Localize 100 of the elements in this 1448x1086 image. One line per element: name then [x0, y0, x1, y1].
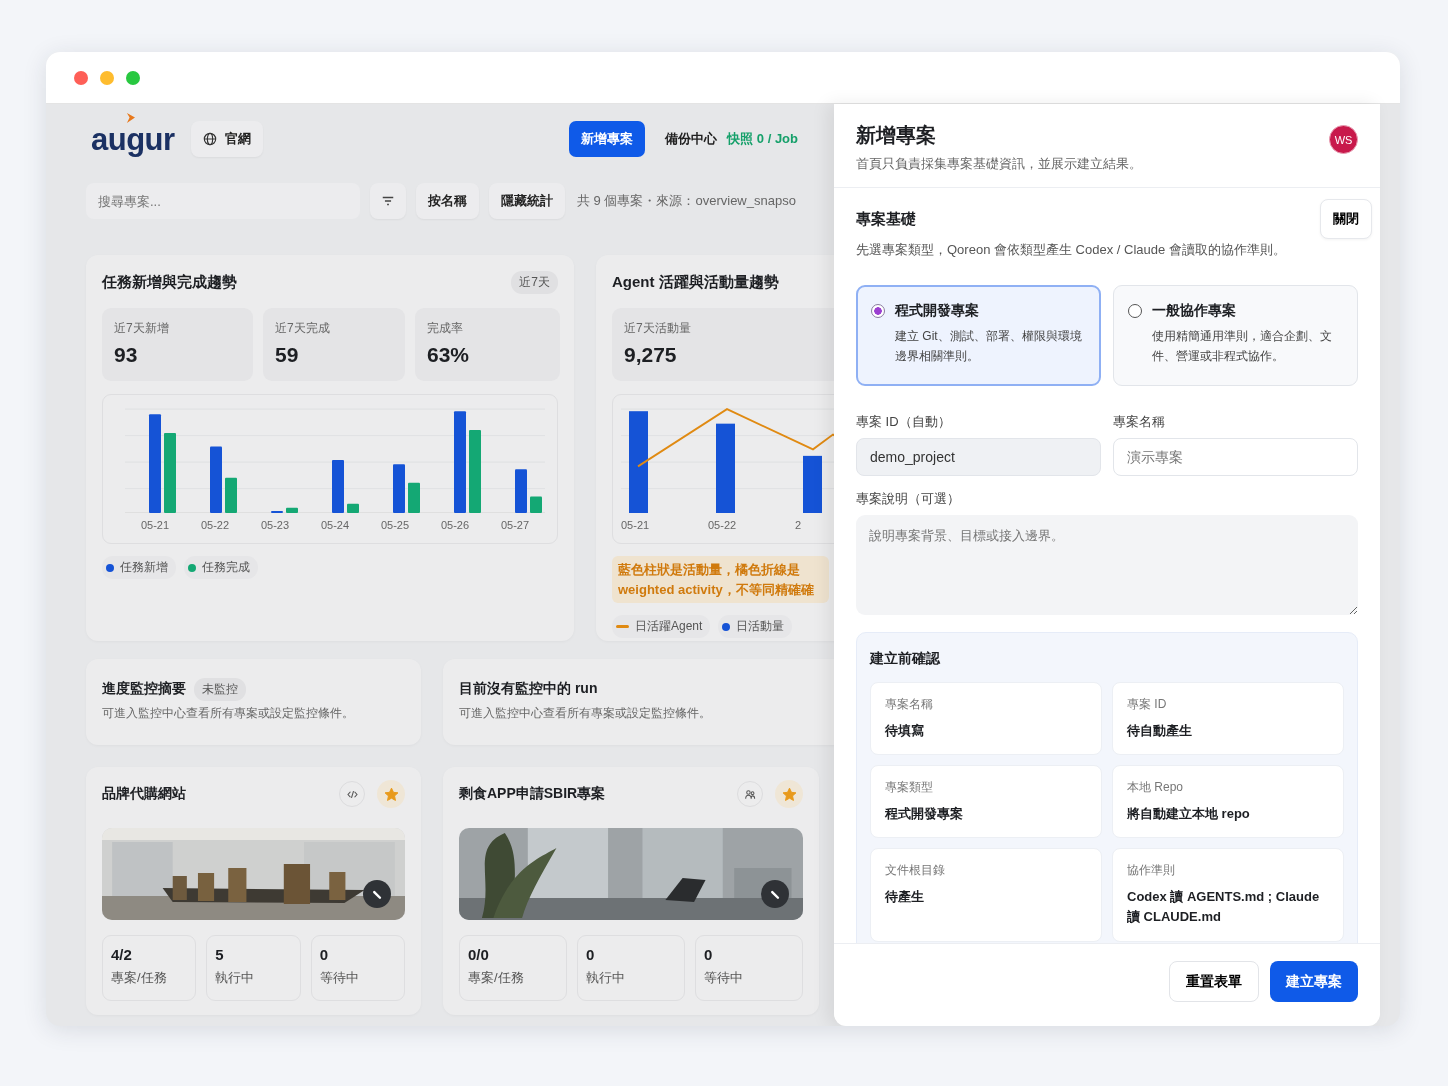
globe-icon [202, 132, 217, 146]
stat-label: 完成率 [427, 320, 464, 337]
radio-button[interactable] [1128, 304, 1142, 318]
chart-note: 藍色柱狀是活動量，橘色折線是weighted activity，不等同精確確 [612, 556, 829, 603]
stat-label: 近7天新增 [114, 320, 170, 337]
confirmation-title: 建立前確認 [870, 650, 940, 666]
summary-value: 待自動產生 [1127, 722, 1193, 740]
project-card[interactable]: 剩食APP申請SBIR專案 0/0 專案/任務 0 執行中 0 等待中 [443, 767, 819, 1015]
axis-label: 05-23 [259, 519, 291, 531]
bar [210, 446, 222, 513]
user-avatar[interactable]: WS [1329, 125, 1358, 154]
stat-value: 0 [319, 946, 329, 963]
axis-label: 05-21 [139, 519, 171, 531]
sort-button[interactable]: 按名稱 [416, 183, 479, 219]
range-badge: 近7天 [511, 270, 558, 294]
zoom-button[interactable] [126, 70, 140, 85]
bar [530, 496, 542, 513]
summary-label: 專案名稱 [885, 696, 934, 713]
card-title: 進度監控摘要 [102, 680, 186, 698]
reset-button[interactable]: 重置表單 [1169, 961, 1259, 1002]
stat-label: 等待中 [319, 969, 360, 987]
bar [286, 507, 298, 513]
axis-label: 05-26 [439, 519, 471, 531]
create-button[interactable]: 建立專案 [1270, 961, 1358, 1002]
hide-stats-button[interactable]: 隱藏統計 [489, 183, 565, 219]
stat-label: 專案/任務 [111, 969, 168, 987]
bar [271, 510, 283, 513]
axis-label: 05-22 [199, 519, 231, 531]
code-icon [346, 788, 358, 800]
summary-label: 協作準則 [1127, 862, 1176, 880]
project-title: 剩食APP申請SBIR專案 [459, 785, 607, 803]
stat-label: 近7天活動量 [624, 320, 692, 337]
stat-value: 0 [704, 946, 714, 963]
summary-label: 本地 Repo [1127, 779, 1185, 797]
star-icon [383, 786, 399, 802]
stat-value: 0/0 [468, 946, 490, 963]
summary-value: Codex 讀 AGENTS.md ; Claude 讀 CLAUDE.md [1127, 888, 1321, 927]
people-icon [744, 788, 756, 800]
website-button[interactable]: 官網 [190, 121, 263, 157]
project-type-option[interactable]: 程式開發專案 建立 Git、測試、部署、權限與環境邊界相關準則。 [856, 285, 1101, 386]
project-title: 品牌代購網站 [102, 785, 187, 803]
legend-label: 任務完成 [202, 559, 250, 576]
project-type-option[interactable]: 一般協作專案 使用精簡通用準則，適合企劃、文件、營運或非程式協作。 [1113, 285, 1358, 386]
axis-label: 05-25 [379, 519, 411, 531]
bar [332, 460, 344, 513]
favorite-button[interactable] [775, 780, 803, 808]
snapshot-status: 快照 0 / Job [727, 130, 798, 148]
summary-label: 專案 ID [1127, 696, 1168, 713]
field-label: 專案 ID（自動） [856, 413, 952, 431]
bar [515, 469, 527, 513]
summary-value: 將自動建立本地 repo [1127, 805, 1251, 824]
option-title: 程式開發專案 [895, 302, 980, 320]
stat-value: 63% [427, 343, 471, 367]
stat-value: 5 [215, 946, 225, 963]
axis-label: 05-24 [319, 519, 351, 531]
stat-value: 0 [586, 946, 596, 963]
option-description: 使用精簡通用準則，適合企劃、文件、營運或非程式協作。 [1152, 328, 1333, 366]
radio-button[interactable] [871, 304, 885, 318]
drawer-title: 新增專案 [856, 123, 937, 148]
project-id-field[interactable]: demo_project [856, 438, 1101, 476]
summary-value: 程式開發專案 [885, 805, 964, 824]
stat-label: 執行中 [586, 969, 626, 987]
new-project-button[interactable]: 新增專案 [569, 121, 646, 157]
logo-mark-icon [126, 112, 135, 124]
legend-label: 日活躍Agent [635, 618, 703, 635]
drawer-subtitle: 首頁只負責採集專案基礎資訊，並展示建立結果。 [856, 155, 1142, 173]
legend-label: 任務新增 [120, 559, 168, 576]
stat-value: 93 [114, 343, 139, 367]
card-title: Agent 活躍與活動量趨勢 [612, 272, 779, 292]
summary-value: 待填寫 [885, 722, 925, 740]
option-description: 建立 Git、測試、部署、權限與環境邊界相關準則。 [895, 328, 1083, 366]
project-card[interactable]: 品牌代購網站 4/2 專案/任務 5 執行中 0 等待中 [86, 767, 421, 1015]
search-field[interactable]: 搜尋專案... [86, 183, 360, 219]
close-button[interactable]: 關閉 [1320, 199, 1372, 239]
description-field[interactable]: 說明專案背景、目標或接入邊界。 [856, 515, 1358, 615]
stat-label: 專案/任務 [468, 969, 525, 987]
section-title: 專案基礎 [856, 209, 916, 229]
field-label: 專案名稱 [1113, 413, 1166, 431]
bar [347, 503, 359, 513]
favorite-button[interactable] [377, 780, 405, 808]
stat-value: 9,275 [624, 343, 678, 367]
bar [393, 464, 405, 513]
field-label: 專案說明（可選） [856, 490, 961, 508]
card-description: 可進入監控中心查看所有專案或設定監控條件。 [459, 705, 712, 722]
backup-center-link[interactable]: 備份中心 [665, 130, 718, 148]
project-summary: 共 9 個專案・來源：overview_snapso [577, 192, 796, 210]
stat-label: 近7天完成 [275, 320, 331, 337]
stat-label: 等待中 [704, 969, 744, 987]
filter-icon [381, 194, 395, 208]
axis-label: 05-21 [621, 519, 651, 531]
logo[interactable]: augur [91, 121, 175, 157]
star-icon [781, 786, 797, 802]
axis-label: 05-22 [708, 519, 738, 531]
project-name-field[interactable]: 演示專案 [1113, 438, 1358, 476]
option-title: 一般協作專案 [1152, 302, 1237, 320]
stat-label: 執行中 [215, 969, 256, 987]
section-hint: 先選專案類型，Qoreon 會依類型產生 Codex / Claude 會讀取的協作準則。 [856, 241, 1287, 259]
legend-label: 日活動量 [736, 618, 785, 635]
summary-value: 待產生 [885, 888, 925, 907]
close-button[interactable] [74, 70, 88, 85]
